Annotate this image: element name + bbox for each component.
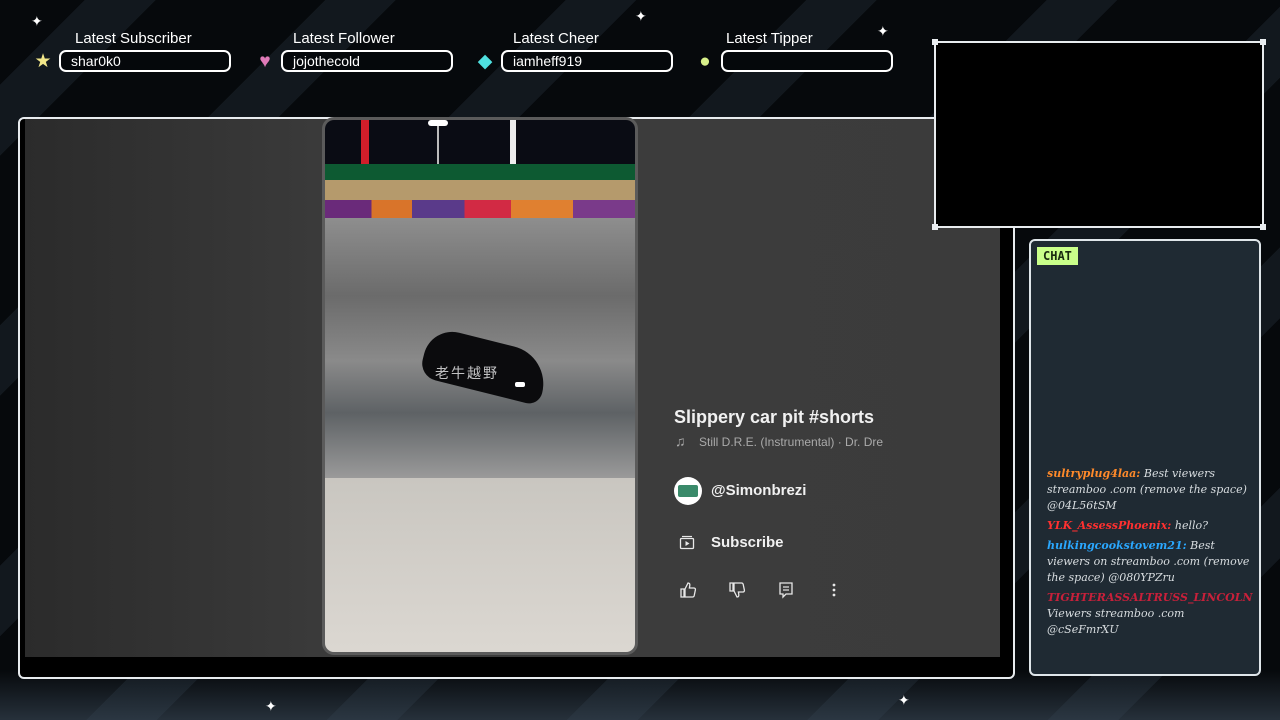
alert-label: Latest Follower	[293, 30, 395, 47]
frame-corner	[932, 224, 938, 230]
heart-icon: ♥	[259, 51, 271, 72]
alert-label: Latest Subscriber	[75, 30, 192, 47]
chat-tag: CHAT	[1037, 247, 1078, 265]
video-watermark: 老牛越野	[435, 366, 499, 382]
sparkle-icon: ✦	[265, 698, 277, 714]
shorts-video-player[interactable]: 老牛越野	[322, 117, 638, 655]
chat-username: TIGHTERASSALTRUSS_LINCOLN	[1047, 591, 1253, 604]
alert-value	[721, 50, 893, 72]
frame-corner	[1260, 224, 1266, 230]
video-hay-bales	[325, 180, 635, 200]
sparkle-icon: ✦	[898, 692, 910, 708]
frame-corner	[932, 39, 938, 45]
chat-username: sultryplug4laa:	[1047, 467, 1141, 480]
video-white-flag	[510, 120, 516, 164]
frame-corner	[1260, 39, 1266, 45]
chat-username: YLK_AssessPhoenix:	[1047, 519, 1172, 532]
chat-message: TIGHTERASSALTRUSS_LINCOLN Viewers stream…	[1047, 590, 1259, 638]
sparkle-icon: ✦	[31, 13, 43, 29]
video-lamp-light	[428, 120, 448, 126]
sparkle-icon: ✦	[877, 23, 889, 39]
alert-label: Latest Cheer	[513, 30, 599, 47]
gem-icon: ◆	[477, 51, 493, 72]
video-title[interactable]: Slippery car pit #shorts	[674, 407, 874, 428]
alert-label: Latest Tipper	[726, 30, 813, 47]
video-car-headlight	[515, 382, 525, 387]
video-red-flag	[361, 120, 369, 166]
channel-name[interactable]: @Simonbrezi	[711, 482, 806, 499]
chat-message: sultryplug4laa: Best viewers streamboo .…	[1047, 466, 1259, 514]
chat-text: hello?	[1171, 519, 1209, 532]
star-icon: ★	[34, 51, 52, 72]
chat-messages: sultryplug4laa: Best viewers streamboo .…	[1047, 466, 1259, 642]
coin-icon: ●	[699, 51, 711, 72]
alert-value: iamheff919	[501, 50, 673, 72]
video-snow	[325, 478, 635, 652]
like-icon[interactable]	[679, 581, 697, 599]
channel-avatar[interactable]	[674, 477, 702, 505]
dislike-icon[interactable]	[728, 581, 746, 599]
music-note-icon: ♫	[675, 433, 686, 449]
chat-message: hulkingcookstovem21: Best viewers on str…	[1047, 538, 1259, 586]
subscribe-button[interactable]: Subscribe	[711, 534, 784, 551]
more-icon[interactable]	[825, 581, 843, 599]
webcam-frame	[932, 39, 1266, 230]
chat-username: hulkingcookstovem21:	[1047, 539, 1187, 552]
alert-value: jojothecold	[281, 50, 453, 72]
comments-icon[interactable]	[777, 581, 795, 599]
alert-value: shar0k0	[59, 50, 231, 72]
sparkle-icon: ✦	[635, 8, 647, 24]
video-music[interactable]: Still D.R.E. (Instrumental) · Dr. Dre	[699, 435, 883, 449]
video-banners	[325, 200, 635, 218]
chat-message: YLK_AssessPhoenix: hello?	[1047, 518, 1259, 534]
chat-text: Viewers streamboo .com @cSeFmrXU	[1047, 607, 1185, 636]
subscriptions-icon	[679, 535, 695, 550]
